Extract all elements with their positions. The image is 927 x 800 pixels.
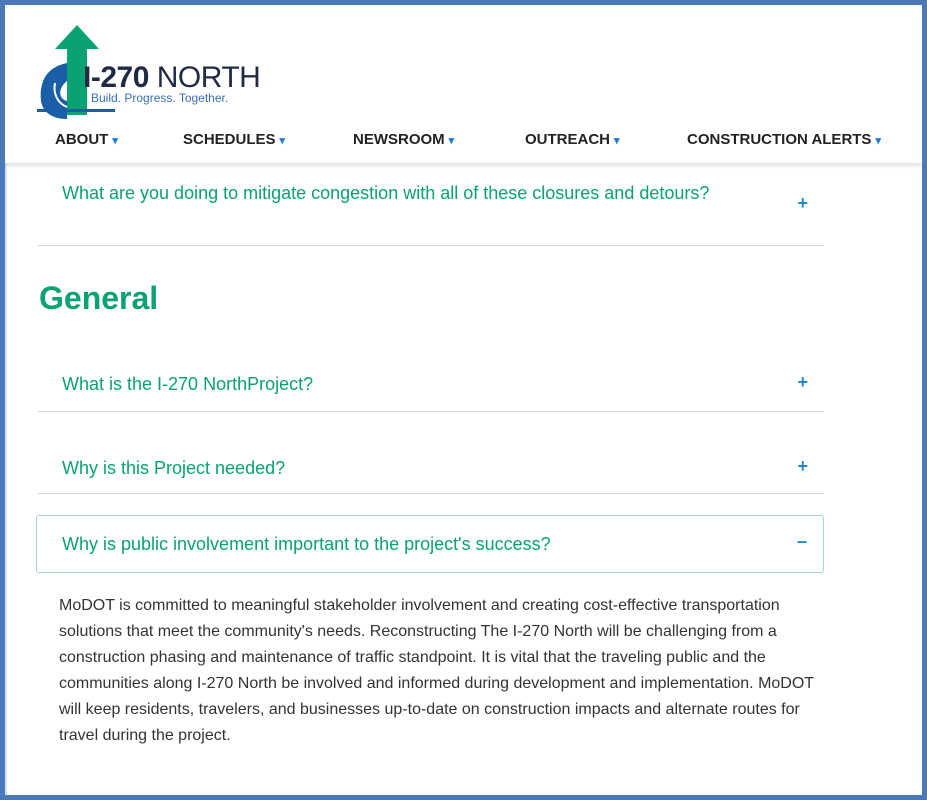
expand-plus-icon[interactable]: + [797, 193, 808, 214]
section-title-general: General [39, 280, 159, 316]
caret-down-icon: ▾ [448, 135, 455, 147]
nav-item-outreach[interactable]: OUTREACH ▾ [525, 131, 620, 148]
main-nav: ABOUT ▾ SCHEDULES ▾ NEWSROOM ▾ OUTREACH ▾ CO… [5, 127, 922, 157]
nav-item-schedules[interactable]: SCHEDULES ▾ [183, 131, 285, 148]
expand-plus-icon[interactable]: + [797, 372, 808, 393]
caret-down-icon: ▾ [279, 135, 286, 147]
faq-question: Why is public involvement important to t… [62, 534, 551, 554]
faq-question: Why is this Project needed? [62, 458, 286, 478]
logo-title-bold: I-270 [83, 61, 149, 94]
nav-label: SCHEDULES [183, 131, 276, 148]
nav-label: OUTREACH [525, 131, 610, 148]
logo-title: I-270 NORTH [83, 61, 261, 95]
faq-answer-text: MoDOT is committed to meaningful stakeho… [59, 597, 814, 744]
nav-label: CONSTRUCTION ALERTS [687, 131, 872, 148]
nav-item-newsroom[interactable]: NEWSROOM ▾ [353, 131, 454, 148]
faq-question: What is the I-270 NorthProject? [62, 374, 314, 394]
logo-tagline: Build. Progress. Together. [91, 91, 229, 105]
site-header: I-270 NORTH Build. Progress. Together. A… [5, 5, 922, 163]
faq-item-mitigate-congestion[interactable]: What are you doing to mitigate congestio… [38, 163, 824, 246]
caret-down-icon: ▾ [112, 135, 118, 147]
faq-item-why-needed[interactable]: Why is this Project needed? + [38, 437, 824, 494]
nav-label: NEWSROOM [353, 131, 445, 148]
browser-frame: What are you doing to mitigate congestio… [0, 0, 927, 800]
caret-down-icon: ▾ [614, 135, 620, 147]
logo-underline [37, 109, 115, 112]
nav-item-construction-alerts[interactable]: CONSTRUCTION ALERTS ▾ [687, 131, 881, 148]
collapse-minus-icon[interactable]: – [797, 531, 807, 552]
faq-question: What are you doing to mitigate congestio… [62, 183, 710, 203]
nav-item-about[interactable]: ABOUT ▾ [55, 131, 118, 148]
expand-plus-icon[interactable]: + [797, 456, 808, 477]
nav-label: ABOUT [55, 131, 109, 148]
logo-title-light: NORTH [156, 61, 261, 94]
caret-down-icon: ▾ [875, 135, 881, 147]
faq-item-public-involvement[interactable]: Why is public involvement important to t… [36, 515, 824, 573]
faq-item-what-is-project[interactable]: What is the I-270 NorthProject? + [38, 353, 824, 412]
site-logo[interactable]: I-270 NORTH Build. Progress. Together. [37, 23, 261, 123]
